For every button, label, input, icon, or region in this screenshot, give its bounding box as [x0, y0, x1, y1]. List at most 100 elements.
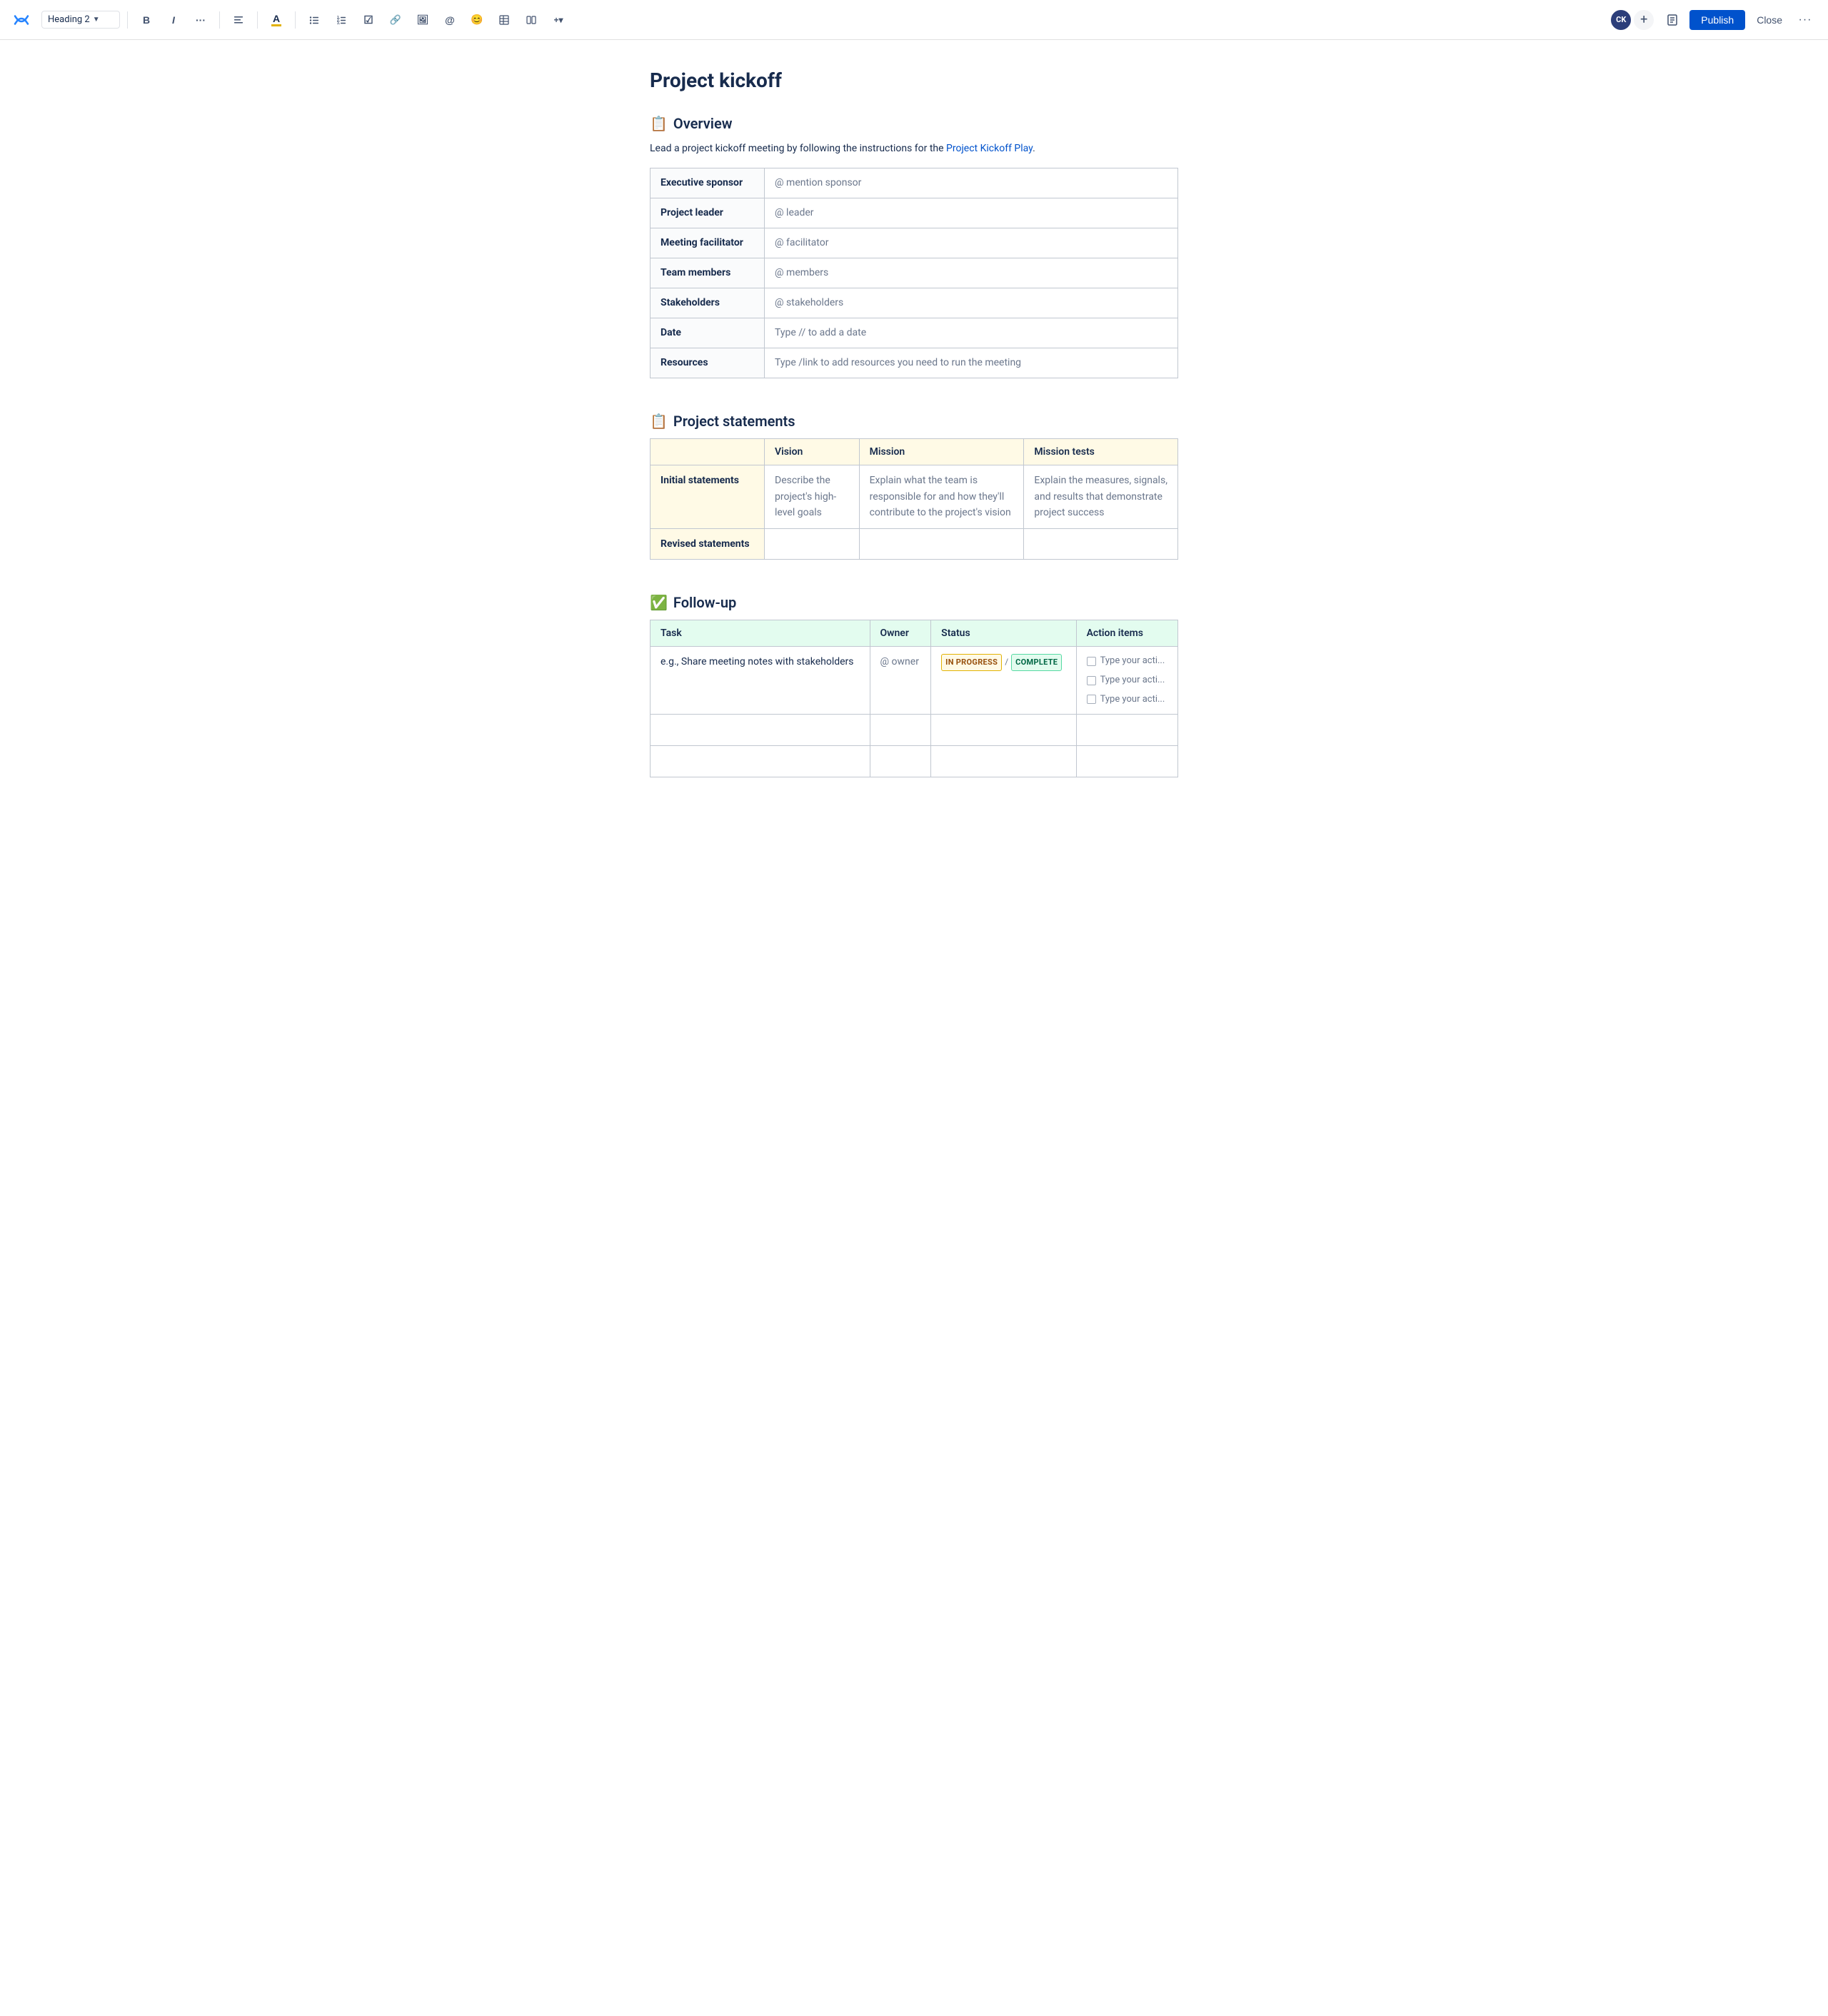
page-content: Project kickoff 📋 Overview Lead a projec…: [607, 40, 1221, 869]
divider-4: [295, 11, 296, 29]
draft-icon-button[interactable]: [1661, 9, 1684, 31]
close-button[interactable]: Close: [1751, 10, 1788, 30]
statements-vision-cell[interactable]: [765, 528, 860, 559]
followup-owner-cell[interactable]: [870, 746, 931, 777]
table-button[interactable]: [493, 9, 516, 31]
statements-col-tests: Mission tests: [1024, 439, 1178, 465]
followup-table-row: [651, 746, 1178, 777]
publish-button[interactable]: Publish: [1689, 10, 1745, 30]
followup-header-row: Task Owner Status Action items: [651, 620, 1178, 646]
bullets-button[interactable]: [303, 9, 326, 31]
overview-table-row: Date Type // to add a date: [651, 318, 1178, 348]
overview-value-cell[interactable]: Type // to add a date: [765, 318, 1178, 348]
link-button[interactable]: 🔗: [384, 9, 407, 31]
statements-tests-cell[interactable]: Explain the measures, signals, and resul…: [1024, 465, 1178, 528]
action-checkbox[interactable]: [1087, 676, 1096, 685]
action-item: Type your acti...: [1087, 673, 1167, 688]
overview-value-cell[interactable]: @ mention sponsor: [765, 168, 1178, 198]
statements-header-row: Vision Mission Mission tests: [651, 439, 1178, 465]
color-a-label: A: [273, 14, 280, 24]
overview-value-cell[interactable]: @ members: [765, 258, 1178, 288]
followup-actions-cell[interactable]: [1076, 715, 1177, 746]
action-text[interactable]: Type your acti...: [1100, 692, 1165, 707]
statements-col-mission: Mission: [859, 439, 1024, 465]
followup-section: ✅ Follow-up Task Owner Status Action ite…: [650, 594, 1178, 777]
overview-value-cell[interactable]: @ facilitator: [765, 228, 1178, 258]
overview-value-cell[interactable]: @ leader: [765, 198, 1178, 228]
overview-label-cell: Date: [651, 318, 765, 348]
more-insert-button[interactable]: +▾: [547, 9, 570, 31]
statements-section: 📋 Project statements Vision Mission Miss…: [650, 413, 1178, 560]
more-text-button[interactable]: ···: [189, 9, 212, 31]
statements-col-vision: Vision: [765, 439, 860, 465]
toolbar-right: CK + Publish Close ···: [1609, 9, 1817, 31]
svg-text:3.: 3.: [337, 21, 341, 26]
overview-label-cell: Meeting facilitator: [651, 228, 765, 258]
followup-col-task: Task: [651, 620, 870, 646]
page-title[interactable]: Project kickoff: [650, 69, 1178, 92]
overview-label-cell: Resources: [651, 348, 765, 378]
statements-vision-cell[interactable]: Describe the project's high-level goals: [765, 465, 860, 528]
action-text[interactable]: Type your acti...: [1100, 673, 1165, 688]
followup-status-cell: IN PROGRESS / COMPLETE: [931, 646, 1076, 714]
statements-table-row: Revised statements: [651, 528, 1178, 559]
italic-button[interactable]: I: [162, 9, 185, 31]
kickoff-play-link[interactable]: Project Kickoff Play: [946, 143, 1033, 154]
overview-value-cell[interactable]: @ stakeholders: [765, 288, 1178, 318]
followup-actions-cell: Type your acti... Type your acti... Type…: [1076, 646, 1177, 714]
followup-status-cell[interactable]: [931, 746, 1076, 777]
heading-selector[interactable]: Heading 2 ▼: [41, 11, 120, 29]
statements-mission-cell[interactable]: Explain what the team is responsible for…: [859, 465, 1024, 528]
more-options-button[interactable]: ···: [1794, 9, 1817, 31]
followup-actions-cell[interactable]: [1076, 746, 1177, 777]
followup-task-cell[interactable]: [651, 715, 870, 746]
followup-heading: ✅ Follow-up: [650, 594, 1178, 611]
followup-table: Task Owner Status Action items e.g., Sha…: [650, 620, 1178, 777]
badge-complete[interactable]: COMPLETE: [1011, 654, 1062, 671]
mention-button[interactable]: @: [438, 9, 461, 31]
overview-table-row: Resources Type /link to add resources yo…: [651, 348, 1178, 378]
followup-table-row: [651, 715, 1178, 746]
followup-icon: ✅: [650, 594, 668, 611]
statements-heading: 📋 Project statements: [650, 413, 1178, 430]
action-checkbox[interactable]: [1087, 657, 1096, 666]
followup-table-row: e.g., Share meeting notes with stakehold…: [651, 646, 1178, 714]
statements-tests-cell[interactable]: [1024, 528, 1178, 559]
statements-table-row: Initial statements Describe the project'…: [651, 465, 1178, 528]
followup-status-cell[interactable]: [931, 715, 1076, 746]
overview-value-cell[interactable]: Type /link to add resources you need to …: [765, 348, 1178, 378]
followup-task-cell[interactable]: [651, 746, 870, 777]
task-button[interactable]: ☑: [357, 9, 380, 31]
followup-task-cell[interactable]: e.g., Share meeting notes with stakehold…: [651, 646, 870, 714]
overview-label-cell: Stakeholders: [651, 288, 765, 318]
add-collaborator-button[interactable]: +: [1632, 9, 1655, 31]
align-button[interactable]: [227, 9, 250, 31]
color-bar: [271, 24, 281, 26]
status-badges: IN PROGRESS / COMPLETE: [941, 654, 1065, 671]
action-item: Type your acti...: [1087, 654, 1167, 669]
followup-col-status: Status: [931, 620, 1076, 646]
overview-heading: 📋 Overview: [650, 115, 1178, 132]
toolbar: Heading 2 ▼ B I ··· A 1. 2.: [0, 0, 1828, 40]
numbered-button[interactable]: 1. 2. 3.: [330, 9, 353, 31]
layout-button[interactable]: [520, 9, 543, 31]
followup-owner-cell[interactable]: @ owner: [870, 646, 931, 714]
statements-mission-cell[interactable]: [859, 528, 1024, 559]
divider-1: [127, 11, 128, 29]
divider-3: [257, 11, 258, 29]
overview-table-row: Executive sponsor @ mention sponsor: [651, 168, 1178, 198]
avatar-group: CK +: [1609, 9, 1655, 31]
confluence-logo[interactable]: [11, 10, 31, 30]
avatar: CK: [1609, 9, 1632, 31]
overview-table-row: Project leader @ leader: [651, 198, 1178, 228]
color-button[interactable]: A: [265, 9, 288, 31]
badge-inprogress[interactable]: IN PROGRESS: [941, 654, 1002, 671]
bold-button[interactable]: B: [135, 9, 158, 31]
image-button[interactable]: 🖼: [411, 9, 434, 31]
action-checkbox[interactable]: [1087, 695, 1096, 704]
emoji-button[interactable]: 😊: [466, 9, 488, 31]
statements-table: Vision Mission Mission tests Initial sta…: [650, 438, 1178, 560]
action-text[interactable]: Type your acti...: [1100, 654, 1165, 669]
followup-owner-cell[interactable]: [870, 715, 931, 746]
action-item: Type your acti...: [1087, 692, 1167, 707]
